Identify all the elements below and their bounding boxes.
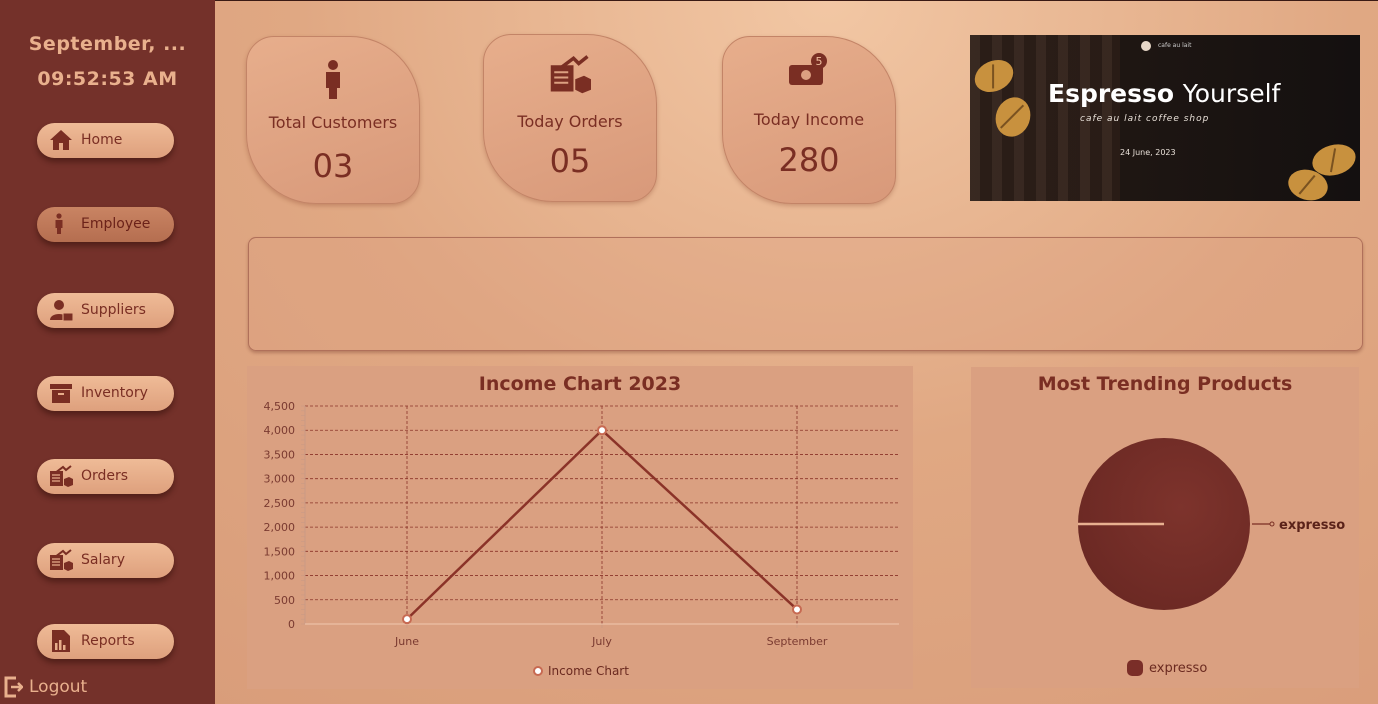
- sidebar-item-label: Suppliers: [81, 302, 146, 318]
- pie-leader-dot: [1269, 521, 1275, 527]
- x-tick-label: July: [591, 635, 612, 648]
- y-tick-label: 1,500: [264, 545, 296, 558]
- legend-marker-icon: [533, 666, 543, 676]
- y-tick-label: 2,500: [264, 497, 296, 510]
- card-label: Today Orders: [517, 112, 623, 131]
- card-label: Total Customers: [268, 113, 398, 132]
- notice-panel: [248, 237, 1363, 351]
- promo-banner: cafe au lait Espresso Yourself cafe au l…: [970, 35, 1360, 201]
- banner-title-rest: Yourself: [1182, 79, 1281, 108]
- legend-label: expresso: [1149, 660, 1208, 676]
- banner-date: 24 June, 2023: [1120, 148, 1176, 157]
- sidebar-item-inventory[interactable]: Inventory: [37, 376, 174, 411]
- x-tick-label: September: [767, 635, 828, 648]
- trending-products-panel: Most Trending Products expresso expresso: [971, 367, 1359, 688]
- sidebar-item-label: Home: [81, 132, 123, 148]
- y-tick-label: 1,000: [264, 570, 296, 583]
- box-icon: [50, 384, 72, 403]
- income-data-point: [597, 425, 607, 436]
- income-badge-count: 5: [816, 55, 823, 68]
- card-value: 05: [549, 142, 591, 180]
- sidebar-date: September, ...: [28, 33, 187, 55]
- sidebar-item-label: Orders: [81, 468, 129, 484]
- sidebar-item-label: Reports: [81, 633, 135, 649]
- card-label: Today Income: [753, 110, 865, 129]
- logout-label: Logout: [29, 677, 88, 697]
- today-income-card: 5 Today Income 280: [722, 36, 896, 204]
- y-tick-label: 4,000: [264, 424, 296, 437]
- person-icon: [326, 60, 340, 99]
- logout-icon: [4, 676, 23, 698]
- supplier-icon: [50, 300, 73, 321]
- sidebar-item-label: Inventory: [81, 385, 148, 401]
- banner-title-bold: Espresso: [1048, 79, 1175, 108]
- orders-icon: [50, 465, 73, 487]
- y-tick-label: 2,000: [264, 521, 296, 534]
- income-chart-legend: Income Chart: [532, 664, 629, 678]
- income-chart-panel: Income Chart 2023 0 500 1,000 1,500 2,000 2,5…: [247, 366, 913, 689]
- banner-subtitle: cafe au lait coffee shop: [1080, 114, 1210, 124]
- sidebar-item-orders[interactable]: Orders: [37, 459, 174, 494]
- brand-logo-icon: [1141, 41, 1151, 51]
- sidebar-item-employee[interactable]: Employee: [37, 207, 174, 242]
- today-orders-card: Today Orders 05: [483, 34, 657, 202]
- sidebar-item-salary[interactable]: Salary: [37, 543, 174, 578]
- legend-label: Income Chart: [548, 664, 629, 678]
- total-customers-card: Total Customers 03: [246, 36, 420, 204]
- banner-title: Espresso Yourself: [1048, 79, 1280, 108]
- home-icon: [50, 130, 72, 150]
- y-tick-label: 3,000: [264, 473, 296, 486]
- sidebar-clock: 09:52:53 AM: [37, 68, 178, 90]
- income-data-point: [402, 614, 412, 625]
- legend-swatch: [1127, 660, 1143, 676]
- y-tick-label: 3,500: [264, 448, 296, 461]
- sidebar-item-reports[interactable]: Reports: [37, 624, 174, 659]
- y-tick-label: 0: [288, 618, 295, 631]
- pie-chart-legend: expresso: [1127, 660, 1207, 676]
- sidebar: September, ... 09:52:53 AM Home Employee…: [0, 0, 215, 704]
- money-icon: 5: [789, 53, 827, 85]
- salary-icon: [50, 549, 73, 571]
- y-tick-label: 500: [274, 594, 295, 607]
- logout-button[interactable]: Logout: [3, 675, 87, 699]
- sidebar-item-label: Employee: [81, 216, 151, 232]
- income-line-chart: 0 500 1,000 1,500 2,000 2,500 3,000 3,500 4,000 4…: [264, 400, 899, 648]
- card-value: 03: [312, 147, 354, 185]
- person-icon: [55, 213, 63, 234]
- sidebar-item-label: Salary: [81, 552, 125, 568]
- income-data-point: [792, 604, 802, 615]
- y-tick-label: 4,500: [264, 400, 296, 413]
- sidebar-item-home[interactable]: Home: [37, 123, 174, 158]
- report-icon: [52, 630, 70, 652]
- card-value: 280: [778, 141, 840, 179]
- x-tick-label: June: [394, 635, 419, 648]
- orders-icon: [550, 55, 591, 94]
- sidebar-item-suppliers[interactable]: Suppliers: [37, 293, 174, 328]
- banner-brand: cafe au lait: [1158, 42, 1192, 49]
- pie-slice-label: expresso: [1279, 518, 1345, 533]
- trending-pie-chart: expresso: [1078, 438, 1345, 610]
